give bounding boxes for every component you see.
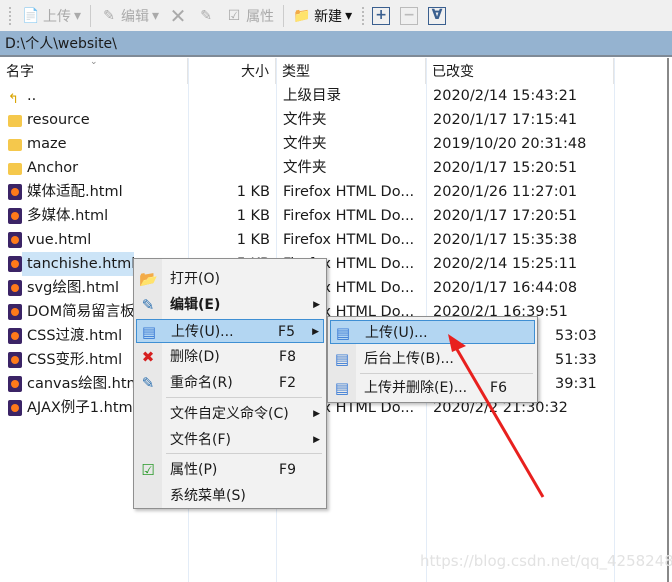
arrow-shaft xyxy=(453,345,545,498)
arrow-head xyxy=(448,334,466,352)
annotation-arrow xyxy=(448,334,545,498)
